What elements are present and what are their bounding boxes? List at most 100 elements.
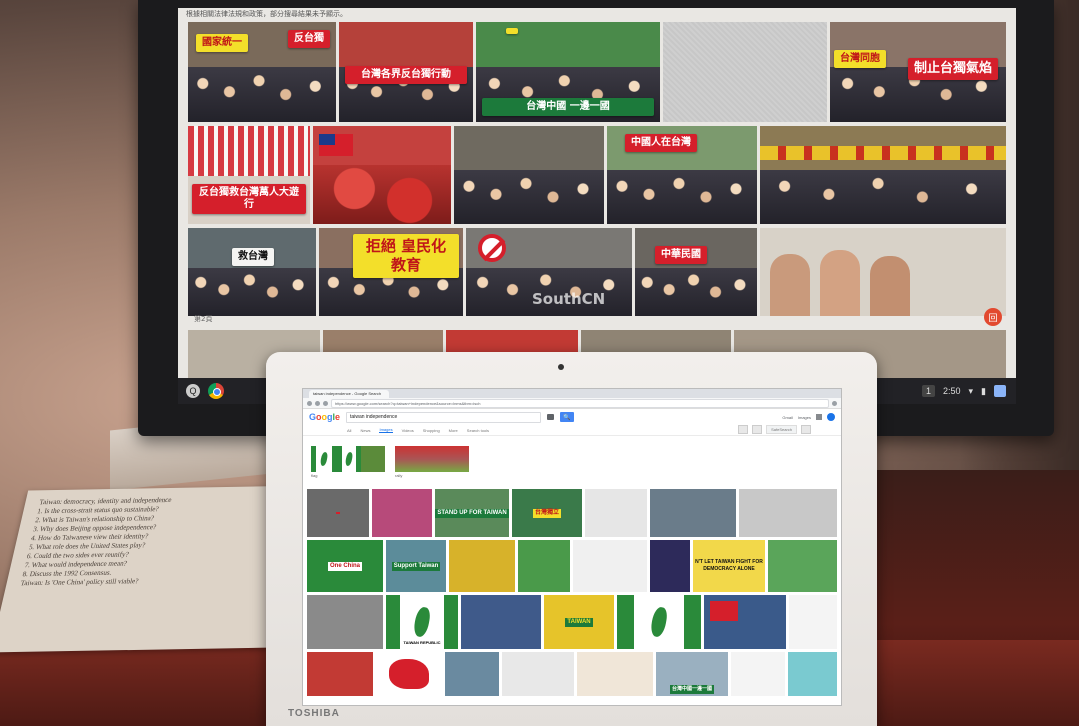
image-row: 國家統一 反台獨 台灣各界反台獨行動 台灣中國 一邊一國 台灣同胞 制止台獨氣焰 [188,22,1006,122]
webcam-icon [558,364,564,370]
image-result[interactable]: 國家統一 反台獨 [188,22,336,122]
paper-text: Taiwan: democracy, identity and independ… [19,495,173,588]
protest-sign: 反台獨 [288,30,330,48]
image-result[interactable] [372,489,432,537]
image-result[interactable] [307,595,383,649]
image-result[interactable]: TAIWAN [544,595,614,649]
image-result[interactable]: SouthCN [466,228,632,316]
tab-shopping[interactable]: Shopping [423,428,440,433]
protest-sign: 救台灣 [232,248,274,266]
grid-view-icon[interactable] [752,425,763,434]
account-avatar-icon[interactable] [827,413,835,421]
protest-sign: 拒絕 皇民化教育 [353,234,459,278]
search-input[interactable]: taiwan independence [346,411,542,423]
image-result[interactable]: 台灣各界反台獨行動 [339,22,473,122]
image-result[interactable] [768,540,837,592]
image-result[interactable] [739,489,837,537]
image-result[interactable]: N'T LET TAIWAN FIGHT FOR DEMOCRACY ALONE [650,540,690,592]
related-searches: flag rally [303,436,841,478]
image-result[interactable]: 中國人在台灣 [607,126,757,224]
image-result[interactable] [502,652,574,696]
system-tray[interactable]: 1 2:50 ▾ ▮ [921,385,1006,397]
image-result[interactable] [376,652,442,696]
user-avatar-icon [994,385,1006,397]
protest-sign: 台灣同胞 [834,50,886,68]
image-result[interactable]: TAIWAN REPUBLIC [386,595,458,649]
gmail-link[interactable]: Gmail [782,415,792,420]
related-item[interactable]: rally [395,446,469,478]
image-result[interactable] [454,126,604,224]
browser-tab[interactable]: taiwan independence - Google Search [309,390,389,398]
back-to-top-button[interactable]: 回 [984,308,1002,326]
address-bar[interactable]: https://www.google.com/search?q=taiwan+i… [331,398,829,408]
image-row: One China Support Taiwan N'T LET TAIWAN … [307,540,837,592]
page-section-label: 第2頁 [194,315,213,323]
image-result[interactable]: 救台灣 [188,228,316,316]
tab-more[interactable]: More [449,428,458,433]
image-result[interactable]: N'T LET TAIWAN FIGHT FOR DEMOCRACY ALONE [693,540,765,592]
laptop: taiwan independence - Google Search http… [266,352,877,726]
image-result[interactable] [731,652,785,696]
image-result[interactable] [760,228,1006,316]
image-result[interactable] [445,652,499,696]
menu-icon[interactable] [832,400,837,406]
related-caption: flag [311,473,318,478]
image-result[interactable]: One China [307,540,383,592]
image-result[interactable] [518,540,570,592]
tab-search-tools[interactable]: Search tools [467,428,489,433]
image-row: 救台灣 拒絕 皇民化教育 SouthCN 中華民國 [188,228,1006,316]
forward-icon[interactable] [315,400,320,406]
apps-grid-icon[interactable] [816,414,822,420]
tab-news[interactable]: News [360,428,370,433]
image-result[interactable] [461,595,541,649]
launcher-icon[interactable]: Q [186,384,200,398]
google-header: Google taiwan independence 🔍 Gmail Image… [303,409,841,425]
image-result[interactable] [449,540,515,592]
image-result[interactable]: 拒絕 皇民化教育 [319,228,463,316]
tools: SafeSearch [738,425,811,434]
tab-all[interactable]: All [347,428,351,433]
image-result[interactable] [617,595,701,649]
search-tabs: All News Images Videos Shopping More Sea… [303,425,841,436]
image-result[interactable] [577,652,653,696]
image-result[interactable]: 中華民國 [635,228,757,316]
search-button[interactable]: 🔍 [560,412,575,422]
image-result[interactable] [573,540,647,592]
reload-icon[interactable] [323,400,328,406]
image-result[interactable]: Support Taiwan [386,540,446,592]
camera-icon[interactable] [547,414,555,420]
image-result[interactable] [585,489,647,537]
image-result[interactable] [788,652,837,696]
related-caption: rally [395,473,403,478]
related-item[interactable]: flag [311,446,385,478]
image-result[interactable] [789,595,837,649]
google-logo[interactable]: Google [309,412,340,422]
image-result[interactable] [313,126,451,224]
wifi-icon: ▾ [968,385,974,396]
image-result[interactable] [760,126,1006,224]
image-result[interactable]: 反台獨救台灣萬人大遊行 [188,126,310,224]
image-result[interactable] [307,489,369,537]
image-result[interactable]: 台灣同胞 制止台獨氣焰 [830,22,1006,122]
chrome-icon[interactable] [208,383,224,399]
list-view-icon[interactable] [738,425,749,434]
dont-let-taiwan-text: N'T LET TAIWAN FIGHT FOR DEMOCRACY ALONE [695,559,763,572]
header-right: Gmail Images [782,413,835,421]
tab-videos[interactable]: Videos [402,428,414,433]
printed-paper: Taiwan: democracy, identity and independ… [0,485,312,653]
image-row: TAIWAN REPUBLIC TAIWAN [307,595,837,649]
safesearch-button[interactable]: SafeSearch [766,425,797,434]
image-result[interactable]: STAND UP FOR TAIWAN [435,489,509,537]
image-result[interactable] [704,595,786,649]
images-link[interactable]: Images [798,415,811,420]
image-result[interactable]: 台灣獨立 [512,489,582,537]
image-result[interactable] [307,652,373,696]
image-result[interactable]: 台灣中國 一邊一國 [476,22,660,122]
image-result-blank[interactable] [663,22,827,122]
image-result[interactable]: 台灣中國一邊一國 [656,652,728,696]
back-icon[interactable] [307,400,312,406]
image-result[interactable] [650,489,736,537]
settings-gear-icon[interactable] [801,425,811,434]
protest-sign: 制止台獨氣焰 [907,58,998,80]
tab-images[interactable]: Images [379,427,393,433]
